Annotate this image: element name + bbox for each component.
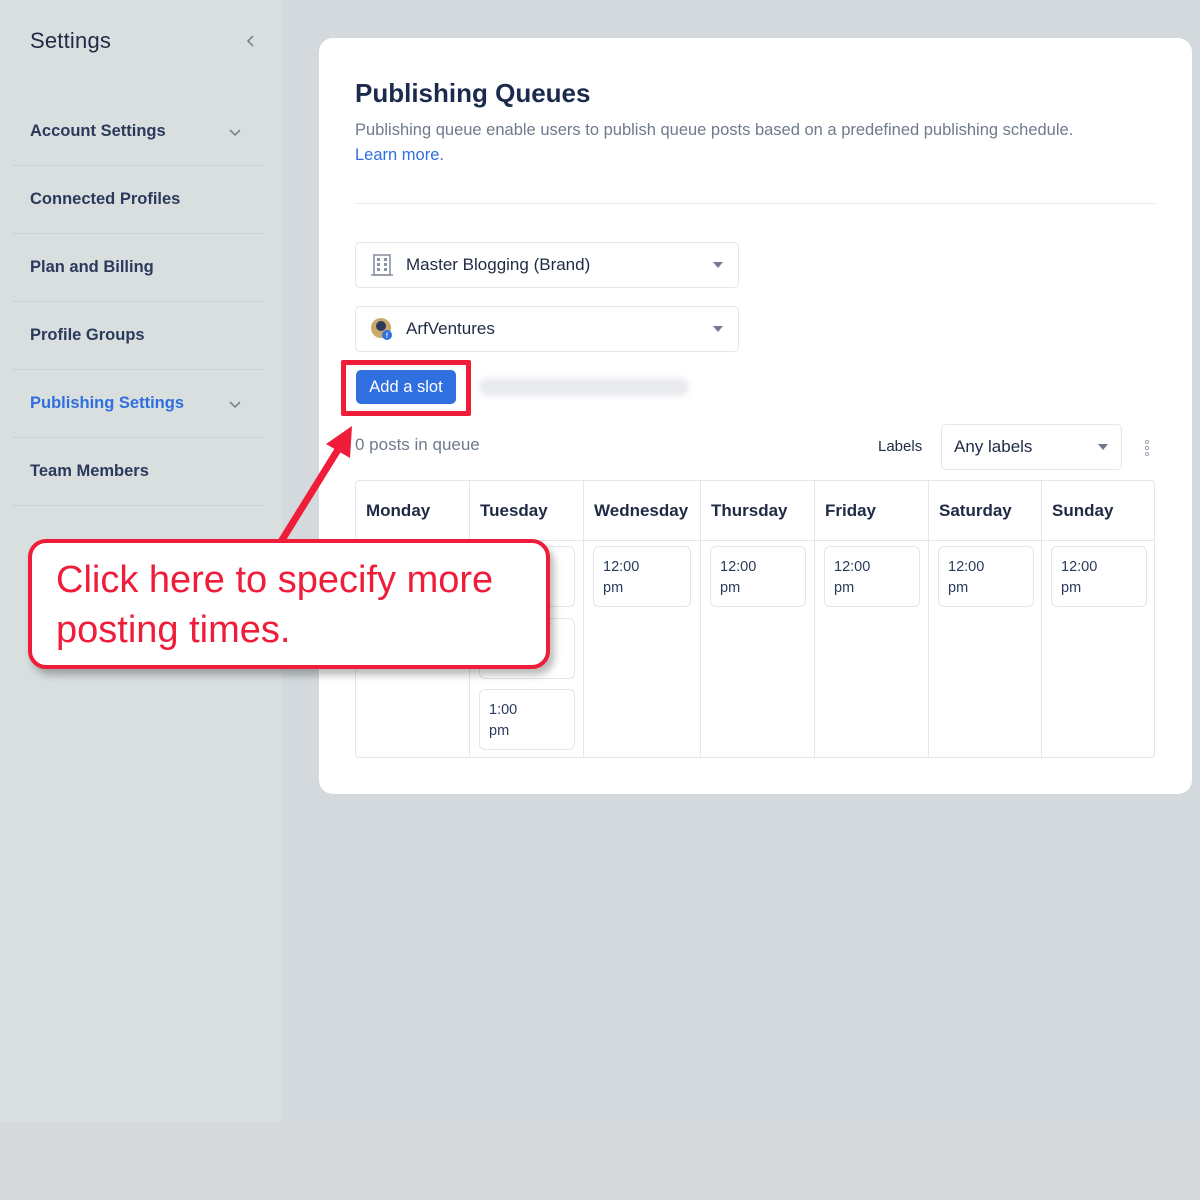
description-text: Publishing queue enable users to publish… xyxy=(355,121,1074,139)
callout-line-2: posting times. xyxy=(56,609,291,651)
time-slot[interactable]: 12:00 pm xyxy=(1051,546,1147,607)
slot-time: 12:00 xyxy=(1061,559,1098,575)
settings-nav: Account Settings Connected Profiles Plan… xyxy=(12,98,264,506)
caret-down-icon xyxy=(1098,444,1108,450)
chevron-left-icon[interactable] xyxy=(242,32,260,50)
time-slot[interactable]: 12:00 pm xyxy=(710,546,806,607)
labels-select[interactable]: Any labels xyxy=(941,424,1122,470)
profile-select-value: ArfVentures xyxy=(406,319,495,338)
time-slot[interactable]: 12:00 pm xyxy=(824,546,920,607)
learn-more-link[interactable]: Learn more. xyxy=(355,146,444,164)
caret-down-icon xyxy=(713,326,723,332)
sidebar-item-plan-billing[interactable]: Plan and Billing xyxy=(12,234,264,302)
queue-count: 0 posts in queue xyxy=(355,435,480,454)
sidebar-item-account-settings[interactable]: Account Settings xyxy=(12,98,264,166)
slot-time: 12:00 xyxy=(603,559,640,575)
slot-period: pm xyxy=(834,580,855,596)
slot-time: 12:00 xyxy=(948,559,985,575)
day-column-wednesday: Wednesday 12:00 pm xyxy=(584,481,701,757)
sidebar-item-label: Plan and Billing xyxy=(30,258,154,276)
day-header: Monday xyxy=(356,481,469,541)
brand-select[interactable]: Master Blogging (Brand) xyxy=(355,242,739,288)
divider xyxy=(355,203,1155,204)
day-column-thursday: Thursday 12:00 pm xyxy=(701,481,815,757)
labels-select-value: Any labels xyxy=(954,437,1033,456)
sidebar-item-label: Profile Groups xyxy=(30,326,145,344)
caret-down-icon xyxy=(713,262,723,268)
brand-select-value: Master Blogging (Brand) xyxy=(406,255,591,274)
sidebar-item-label: Team Members xyxy=(30,462,149,480)
slot-time: 12:00 xyxy=(834,559,871,575)
slot-time: 12:00 xyxy=(720,559,757,575)
sidebar-item-connected-profiles[interactable]: Connected Profiles xyxy=(12,166,264,234)
day-header: Tuesday xyxy=(470,481,583,541)
sidebar-item-profile-groups[interactable]: Profile Groups xyxy=(12,302,264,370)
sidebar-item-team-members[interactable]: Team Members xyxy=(12,438,264,506)
time-slot[interactable]: 12:00 pm xyxy=(593,546,691,607)
day-header: Saturday xyxy=(929,481,1041,541)
sidebar-item-label: Account Settings xyxy=(30,122,166,140)
chevron-down-icon xyxy=(229,400,241,408)
building-icon xyxy=(370,253,394,277)
blurred-text xyxy=(479,378,689,396)
annotation-callout: Click here to specify more posting times… xyxy=(28,539,550,669)
time-slot[interactable]: 12:00 pm xyxy=(938,546,1034,607)
sidebar-title: Settings xyxy=(30,28,112,53)
profile-avatar: f xyxy=(370,317,394,341)
day-header: Friday xyxy=(815,481,928,541)
sidebar-header: Settings xyxy=(30,26,260,56)
callout-line-1: Click here to specify more xyxy=(56,559,494,601)
page-title: Publishing Queues xyxy=(355,78,591,108)
slot-period: pm xyxy=(603,580,624,596)
more-options-icon[interactable] xyxy=(1141,438,1153,458)
chevron-down-icon xyxy=(229,128,241,136)
page-description: Publishing queue enable users to publish… xyxy=(355,118,1175,168)
time-slot[interactable]: 1:00 pm xyxy=(479,689,575,750)
bottom-strip xyxy=(0,1122,1200,1200)
sidebar-item-label: Publishing Settings xyxy=(30,394,185,412)
sidebar-item-publishing-settings[interactable]: Publishing Settings xyxy=(12,370,264,438)
day-header: Sunday xyxy=(1042,481,1154,541)
slot-period: pm xyxy=(1061,580,1082,596)
publishing-queues-card: Publishing Queues Publishing queue enabl… xyxy=(319,38,1192,794)
slot-period: pm xyxy=(720,580,741,596)
slot-period: pm xyxy=(489,723,510,739)
labels-label: Labels xyxy=(878,438,923,455)
slot-time: 1:00 xyxy=(489,702,518,718)
sidebar-item-label: Connected Profiles xyxy=(30,190,181,208)
day-header: Thursday xyxy=(701,481,814,541)
day-column-friday: Friday 12:00 pm xyxy=(815,481,929,757)
day-column-saturday: Saturday 12:00 pm xyxy=(929,481,1042,757)
add-slot-button[interactable]: Add a slot xyxy=(356,370,456,404)
day-column-sunday: Sunday 12:00 pm xyxy=(1042,481,1154,757)
slot-period: pm xyxy=(948,580,969,596)
profile-select[interactable]: f ArfVentures xyxy=(355,306,739,352)
day-header: Wednesday xyxy=(584,481,700,541)
